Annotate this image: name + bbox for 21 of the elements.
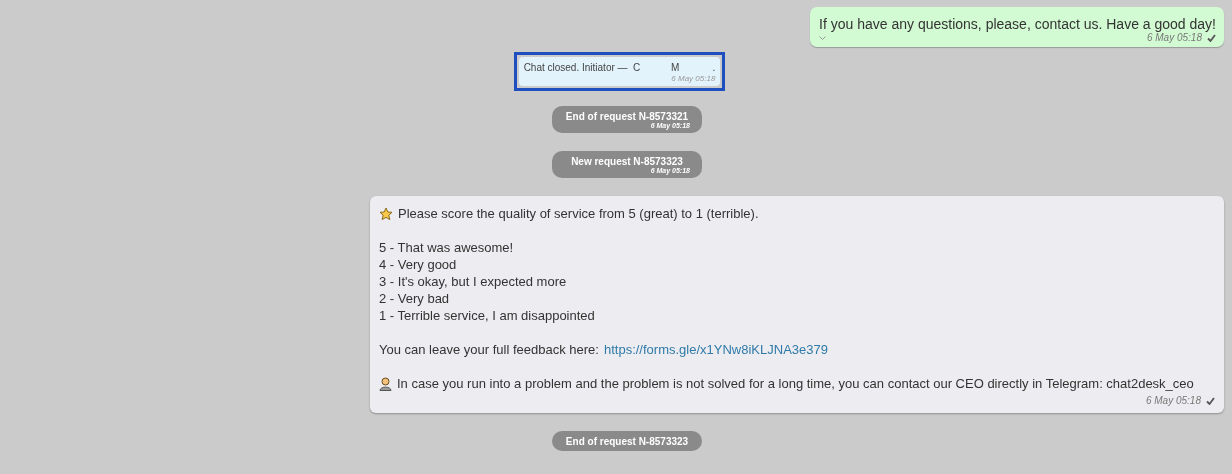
message-text: In case you run into a problem and the problem is not solved for a long time, you can contact our CEO directly in Telegram: chat2desk_ceo <box>397 375 1194 392</box>
feedback-link[interactable]: https://forms.gle/x1YNw8iKLJNA3e379 <box>603 341 828 358</box>
person-icon <box>379 376 392 391</box>
message-time: 6 May 05:18 <box>671 74 716 83</box>
event-text: New request N-8573323 <box>571 156 683 167</box>
note-text: Chat closed. Initiator — C M . <box>523 62 716 73</box>
rating-option: 3 - It's okay, but I expected more <box>379 273 1215 290</box>
event-text: End of request N-8573323 <box>565 436 689 447</box>
message-time: 6 May 05:18 <box>1145 394 1201 408</box>
star-icon <box>379 206 393 221</box>
message-time: 6 May 05:18 <box>1146 32 1202 43</box>
message-text: If you have any questions, please, contact us. Have a good day! <box>819 16 1216 32</box>
chevron-down-icon[interactable] <box>819 35 827 40</box>
rating-option: 1 - Terrible service, I am disappointed <box>379 307 1215 324</box>
rating-option: 5 - That was awesome! <box>379 239 1215 256</box>
system-note[interactable]: Chat closed. Initiator — C M . 6 May 05:18 <box>513 52 726 91</box>
rating-option: 4 - Very good <box>379 256 1215 273</box>
message-text: You can leave your full feedback here: <box>379 341 599 358</box>
event-text: End of request N-8573321 <box>565 111 689 122</box>
message-text: Please score the quality of service from 5 (great) to 1 (terrible). <box>398 205 759 222</box>
rating-option: 2 - Very bad <box>379 290 1215 307</box>
